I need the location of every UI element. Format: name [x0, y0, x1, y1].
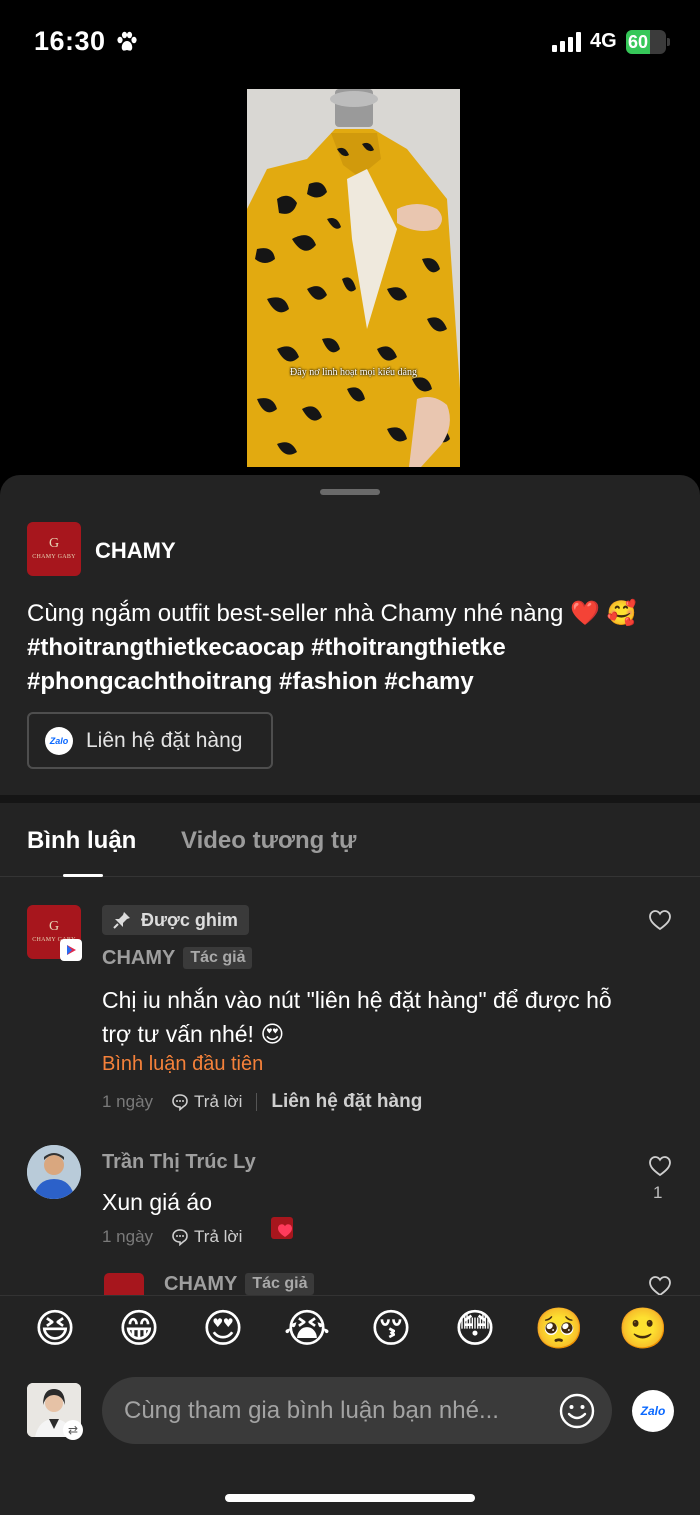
comment-input[interactable] [124, 1396, 544, 1425]
caption-text: Cùng ngắm outfit best-seller nhà Chamy n… [27, 600, 570, 627]
comment-reply: CHAMY Tác giả [0, 1271, 700, 1295]
comment-meta: 1 ngày Trả lời [102, 1227, 242, 1247]
author-tag: Tác giả [183, 947, 253, 969]
heart-outline-icon[interactable] [648, 1275, 672, 1295]
comment-author[interactable]: Trần Thị Trúc Ly [102, 1151, 256, 1174]
meta-separator [256, 1093, 258, 1111]
reply-avatar[interactable] [104, 1273, 144, 1295]
speech-bubble-icon [172, 1094, 188, 1111]
like-count: 1 [653, 1183, 663, 1202]
home-indicator [225, 1494, 475, 1502]
video-subtitle: Đây nơ linh hoạt mọi kiểu dáng [290, 367, 417, 378]
heart-outline-icon[interactable] [648, 1155, 672, 1177]
comment-author[interactable]: CHAMY Tác giả [164, 1273, 315, 1295]
post-caption: Cùng ngắm outfit best-seller nhà Chamy n… [27, 597, 667, 699]
emoji-grinning[interactable]: 😁 [114, 1304, 164, 1354]
author-logo[interactable]: G CHAMY GABY [27, 522, 81, 576]
caption-hashtags[interactable]: #thoitrangthietkecaocap #thoitrangthietk… [27, 634, 506, 695]
heart-emoji: ❤️ [570, 600, 600, 627]
emoji-flushed[interactable]: 😳 [450, 1304, 500, 1354]
video-frame [247, 89, 460, 467]
emoji-heart-eyes[interactable]: 😍 [198, 1304, 248, 1354]
post-author[interactable]: G CHAMY GABY CHAMY [27, 522, 176, 577]
comment-time: 1 ngày [102, 1092, 154, 1111]
active-tab-indicator [63, 874, 103, 877]
zalo-share-button[interactable]: Zalo [632, 1390, 674, 1432]
video-player[interactable]: Đây nơ linh hoạt mọi kiểu dáng [247, 89, 460, 467]
user-avatar[interactable] [27, 1145, 81, 1199]
emoji-picker-icon[interactable] [558, 1392, 596, 1430]
pinned-label: Được ghim [141, 909, 238, 930]
section-divider [0, 795, 700, 803]
status-bar: 16:30 4G 60 [0, 0, 700, 84]
battery-charging-icon: 60 [626, 30, 670, 54]
zalo-icon: Zalo [45, 726, 73, 755]
author-liked-icon [271, 1217, 293, 1239]
comment-time: 1 ngày [102, 1227, 154, 1246]
emoji-pleading[interactable]: 🥺 [534, 1304, 584, 1354]
smiling-hearts-emoji: 🥰 [606, 600, 637, 627]
tab-bar: Bình luận Video tương tự [0, 803, 700, 877]
comment-composer: ⇄ Zalo [0, 1365, 700, 1515]
switch-account-icon[interactable]: ⇄ [63, 1420, 83, 1440]
emoji-kissing[interactable]: 😚 [366, 1304, 416, 1354]
zalo-icon: Zalo [640, 1404, 666, 1418]
comment-text: Chị iu nhắn vào nút "liên hệ đặt hàng" đ… [102, 987, 612, 1047]
comment-input-box[interactable] [102, 1377, 612, 1444]
signal-icon [552, 32, 581, 52]
comment-meta: 1 ngày Trả lời Liên hệ đặt hàng [102, 1091, 422, 1113]
battery-level: 60 [628, 32, 649, 52]
emoji-smile[interactable]: 🙂 [618, 1304, 668, 1354]
pin-icon [113, 912, 130, 929]
speech-bubble-icon [172, 1229, 188, 1246]
contact-order-link[interactable]: Liên hệ đặt hàng [271, 1091, 422, 1113]
paw-icon [117, 31, 137, 51]
pinned-badge: Được ghim [102, 905, 249, 935]
first-comment-label: Bình luận đầu tiên [102, 1053, 264, 1075]
comment-item: Trần Thị Trúc Ly Xun giá áo 1 ngày Trả l… [0, 1143, 700, 1253]
comment-author[interactable]: CHAMY Tác giả [102, 947, 253, 970]
status-time: 16:30 [34, 26, 106, 56]
network-type: 4G [590, 30, 617, 52]
contact-order-button[interactable]: Zalo Liên hệ đặt hàng [27, 712, 273, 769]
author-name[interactable]: CHAMY [95, 538, 176, 564]
reply-button[interactable]: Trả lời [171, 1092, 242, 1112]
reply-button[interactable]: Trả lời [171, 1227, 242, 1247]
author-tag: Tác giả [245, 1273, 315, 1295]
emoji-crying[interactable]: 😭 [282, 1304, 332, 1354]
drag-handle[interactable] [320, 489, 380, 495]
heart-outline-icon[interactable] [648, 909, 672, 931]
contact-order-label: Liên hệ đặt hàng [86, 728, 243, 752]
emoji-laughing[interactable]: 😆 [30, 1304, 80, 1354]
comment-pinned: G CHAMY GABY Được ghim CHAMY Tác giả Chị … [0, 905, 700, 1125]
tab-similar-videos[interactable]: Video tương tự [181, 827, 356, 855]
emoji-quick-bar: 😆 😁 😍 😭 😚 😳 🥺 🙂 [0, 1295, 700, 1365]
logo-mark: G [48, 536, 60, 551]
comment-text: Xun giá áo [102, 1189, 212, 1215]
logo-text: CHAMY GABY [32, 554, 76, 560]
live-play-icon [60, 939, 82, 961]
tab-comments[interactable]: Bình luận [27, 827, 136, 855]
